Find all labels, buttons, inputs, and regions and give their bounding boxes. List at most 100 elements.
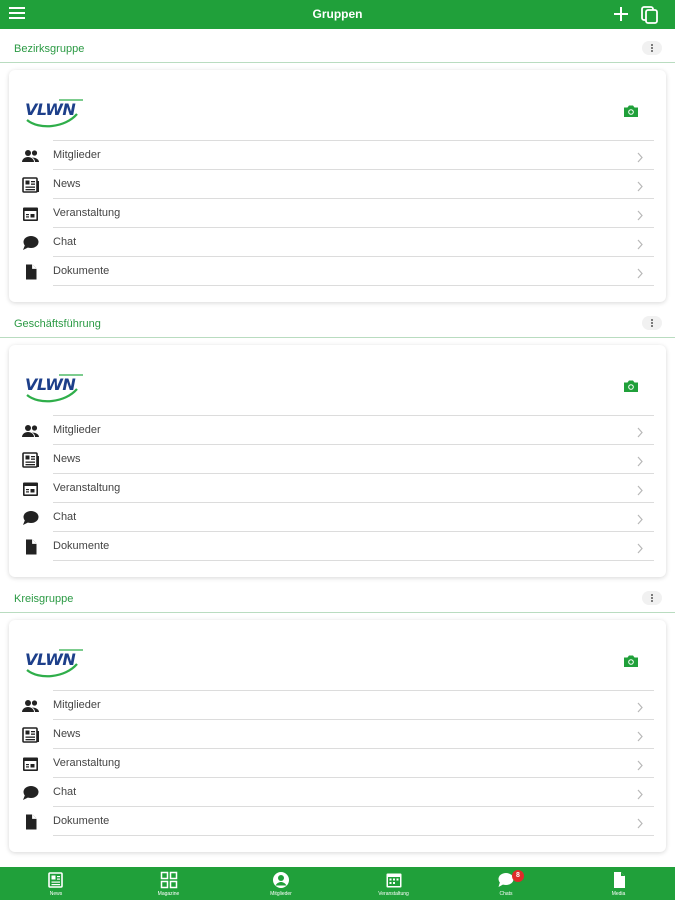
group-menu-item[interactable]: Chat [9,778,666,807]
menu-item-label: Mitglieder [53,424,101,436]
group-menu-item[interactable]: Chat [9,503,666,532]
calendar-icon [22,756,40,772]
chat-icon [22,510,40,526]
group-title: Geschäftsführung [14,318,101,330]
menu-item-label: Chat [53,786,77,798]
group-menu-item[interactable]: Veranstaltung [9,749,666,778]
menu-item-label: Dokumente [53,540,110,552]
bottom-navigation: News Magazine Mitglieder Veranstaltung 8 Chat… [0,867,675,900]
newspaper-icon [47,871,65,889]
menu-item-label: News [53,453,81,465]
chevron-right-icon [636,700,644,713]
group-card: VLWN Mitglieder News Veranstaltung Chat Dokum… [9,70,666,302]
group-menu-item[interactable]: Chat [9,228,666,257]
group-menu-item[interactable]: Veranstaltung [9,474,666,503]
more-options-icon[interactable] [642,591,662,605]
bottom-tab-mitglieder[interactable]: Mitglieder [225,867,337,900]
chat-icon [22,235,40,251]
newspaper-icon [22,727,40,743]
group-logo: VLWN [25,96,85,130]
menu-item-label: News [53,728,81,740]
group-card: VLWN Mitglieder News Veranstaltung Chat Dokum… [9,620,666,852]
group-menu-item[interactable]: News [9,170,666,199]
chevron-right-icon [636,787,644,800]
copy-icon[interactable] [640,5,660,25]
bottom-tab-veranstaltung[interactable]: Veranstaltung [338,867,450,900]
newspaper-icon [22,452,40,468]
menu-item-label: Veranstaltung [53,757,121,769]
group-title: Kreisgruppe [14,593,74,605]
tab-label: Media [611,891,626,897]
chevron-right-icon [636,454,644,467]
group-menu-item[interactable]: News [9,720,666,749]
chevron-right-icon [636,208,644,221]
chevron-right-icon [636,425,644,438]
top-app-bar: Gruppen [0,0,675,29]
bottom-tab-magazine[interactable]: Magazine [113,867,225,900]
group-menu-item[interactable]: Dokumente [9,257,666,286]
group-logo: VLWN [25,646,85,680]
menu-item-label: Mitglieder [53,149,101,161]
group-logo: VLWN [25,371,85,405]
chevron-right-icon [636,816,644,829]
chevron-right-icon [636,729,644,742]
group-menu-item[interactable]: Dokumente [9,807,666,836]
bottom-tab-media[interactable]: Media [563,867,675,900]
chevron-right-icon [636,483,644,496]
bottom-tab-news[interactable]: News [0,867,112,900]
document-icon [22,814,40,830]
logo-text: VLWN [25,100,76,119]
people-icon [22,423,40,439]
grid-icon [160,871,178,889]
group-title: Bezirksgruppe [14,43,85,55]
tab-label: Magazine [157,891,180,897]
divider [53,835,654,836]
more-options-icon[interactable] [642,316,662,330]
logo-text: VLWN [25,650,76,669]
menu-item-label: Dokumente [53,815,110,827]
chevron-right-icon [636,758,644,771]
group-card: VLWN Mitglieder News Veranstaltung Chat Dokum… [9,345,666,577]
group-header: Kreisgruppe [0,584,675,613]
logo-text: VLWN [25,375,76,394]
tab-label: Chats [499,891,513,897]
document-icon [22,264,40,280]
menu-item-label: Chat [53,236,77,248]
group-menu-item[interactable]: Mitglieder [9,691,666,720]
chevron-right-icon [636,266,644,279]
page-title: Gruppen [312,7,363,21]
group-menu-item[interactable]: Mitglieder [9,141,666,170]
people-icon [22,698,40,714]
menu-item-label: Veranstaltung [53,482,121,494]
divider [53,560,654,561]
menu-item-label: Chat [53,511,77,523]
menu-item-label: Veranstaltung [53,207,121,219]
bottom-tab-chats[interactable]: 8 Chats [450,867,562,900]
camera-icon[interactable] [623,379,639,393]
document-icon [22,539,40,555]
calendar-icon [22,206,40,222]
menu-item-label: News [53,178,81,190]
group-menu-item[interactable]: Veranstaltung [9,199,666,228]
group-menu-item[interactable]: Dokumente [9,532,666,561]
group-menu-item[interactable]: News [9,445,666,474]
menu-item-label: Mitglieder [53,699,101,711]
chevron-right-icon [636,179,644,192]
chat-icon [22,785,40,801]
divider [53,285,654,286]
chevron-right-icon [636,237,644,250]
group-header: Geschäftsführung [0,309,675,338]
chevron-right-icon [636,541,644,554]
group-menu-item[interactable]: Mitglieder [9,416,666,445]
chevron-right-icon [636,150,644,163]
people-icon [22,148,40,164]
camera-icon[interactable] [623,104,639,118]
add-icon[interactable] [613,6,629,22]
more-options-icon[interactable] [642,41,662,55]
newspaper-icon [22,177,40,193]
tab-label: Veranstaltung [378,891,409,897]
camera-icon[interactable] [623,654,639,668]
document-icon [610,871,628,889]
calendar-icon [385,871,403,889]
group-section: Kreisgruppe VLWN Mitglieder News Veranstaltu… [0,584,675,859]
